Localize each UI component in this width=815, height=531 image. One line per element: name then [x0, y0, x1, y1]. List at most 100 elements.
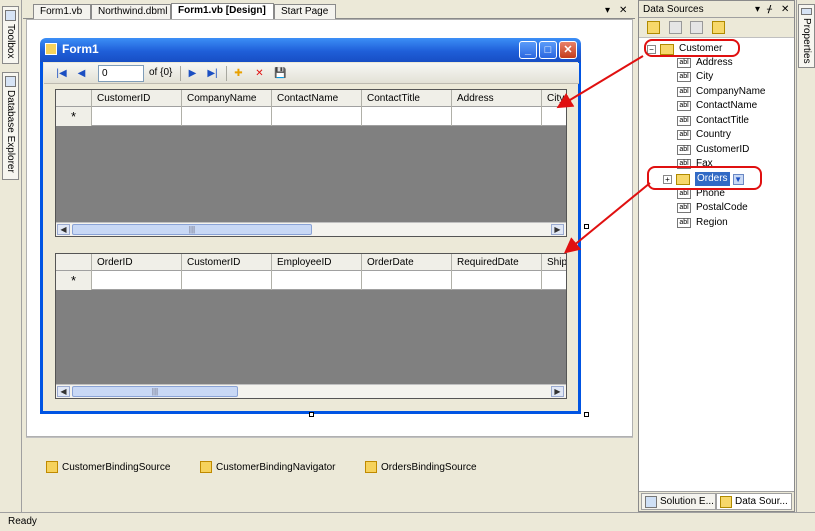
- scroll-right-icon[interactable]: ▶: [551, 386, 564, 397]
- row-header-corner: [56, 90, 92, 107]
- customer-binding-navigator[interactable]: CustomerBindingNavigator: [200, 461, 336, 473]
- right-tool-strip: Properties: [796, 0, 815, 512]
- refresh-icon[interactable]: [712, 21, 725, 34]
- column-header[interactable]: CustomerID: [92, 90, 182, 107]
- tab-close-icon[interactable]: ✕: [619, 5, 627, 16]
- table-cell[interactable]: [272, 107, 362, 126]
- tree-node-label: ContactTitle: [696, 115, 749, 126]
- form-title: Form1: [62, 42, 99, 56]
- customer-grid-header: CustomerID CompanyName ContactName Conta…: [56, 90, 566, 107]
- edit-dataset-icon[interactable]: [669, 21, 682, 34]
- move-previous-icon[interactable]: ◀: [74, 66, 89, 81]
- table-cell[interactable]: [542, 271, 566, 290]
- column-header[interactable]: OrderDate: [362, 254, 452, 271]
- move-last-icon[interactable]: ▶|: [205, 66, 220, 81]
- textbox-icon: abl: [677, 130, 691, 140]
- resize-handle[interactable]: [584, 224, 589, 229]
- table-cell[interactable]: [362, 271, 452, 290]
- properties-tab[interactable]: Properties: [798, 4, 815, 68]
- tree-node-field[interactable]: abl Country: [677, 128, 731, 142]
- orders-binding-source[interactable]: OrdersBindingSource: [365, 461, 477, 473]
- tab-start-page[interactable]: Start Page: [274, 4, 336, 19]
- column-header[interactable]: CompanyName: [182, 90, 272, 107]
- column-header[interactable]: ContactTitle: [362, 90, 452, 107]
- table-cell[interactable]: [542, 107, 566, 126]
- save-icon[interactable]: 💾: [273, 66, 288, 81]
- tree-node-field[interactable]: abl ContactTitle: [677, 114, 749, 128]
- column-header[interactable]: RequiredDate: [452, 254, 542, 271]
- column-header[interactable]: CustomerID: [182, 254, 272, 271]
- textbox-icon: abl: [677, 189, 691, 199]
- table-cell[interactable]: [182, 271, 272, 290]
- move-first-icon[interactable]: |◀: [54, 66, 69, 81]
- panel-close-icon[interactable]: ✕: [781, 1, 789, 18]
- tab-form1-design[interactable]: Form1.vb [Design]: [171, 3, 274, 20]
- delete-icon[interactable]: ✕: [252, 66, 267, 81]
- new-row[interactable]: *: [56, 271, 566, 290]
- add-new-icon[interactable]: ✚: [231, 66, 246, 81]
- annotation-ring-orders: [647, 166, 762, 190]
- resize-handle[interactable]: [309, 412, 314, 417]
- pin-icon[interactable]: ᚋ: [767, 1, 772, 18]
- close-button[interactable]: ✕: [559, 41, 577, 59]
- table-cell[interactable]: [92, 271, 182, 290]
- table-cell[interactable]: [452, 107, 542, 126]
- customer-binding-source[interactable]: CustomerBindingSource: [46, 461, 170, 473]
- tree-node-field[interactable]: abl CustomerID: [677, 143, 749, 157]
- table-cell[interactable]: [452, 271, 542, 290]
- column-header[interactable]: Address: [452, 90, 542, 107]
- column-header[interactable]: ContactName: [272, 90, 362, 107]
- horizontal-scrollbar[interactable]: ◀ ||| ▶: [56, 222, 566, 236]
- panel-dropdown-icon[interactable]: ▾: [755, 1, 760, 18]
- resize-handle[interactable]: [584, 412, 589, 417]
- scroll-right-icon[interactable]: ▶: [551, 224, 564, 235]
- status-text: Ready: [8, 516, 37, 527]
- configure-dataset-icon[interactable]: [690, 21, 703, 34]
- scroll-thumb[interactable]: |||: [72, 386, 238, 397]
- maximize-button[interactable]: □: [539, 41, 557, 59]
- database-explorer-tab[interactable]: Database Explorer: [2, 72, 19, 180]
- tab-dropdown-icon[interactable]: ▾: [605, 5, 610, 16]
- scroll-left-icon[interactable]: ◀: [57, 386, 70, 397]
- column-header[interactable]: EmployeeID: [272, 254, 362, 271]
- tree-node-field[interactable]: abl City: [677, 70, 713, 84]
- data-sources-panel: Data Sources ▾ ᚋ ✕ − Customer abl Address…: [638, 0, 795, 512]
- form-title-bar[interactable]: Form1 _ □ ✕: [40, 38, 581, 62]
- tree-node-field[interactable]: abl Region: [677, 216, 728, 230]
- tree-node-field[interactable]: abl Address: [677, 56, 733, 70]
- scroll-left-icon[interactable]: ◀: [57, 224, 70, 235]
- add-data-source-icon[interactable]: [647, 21, 660, 34]
- tab-form1-vb[interactable]: Form1.vb: [33, 4, 91, 19]
- tab-label: Solution E...: [660, 496, 714, 507]
- left-tool-strip: Toolbox Database Explorer: [0, 0, 22, 512]
- textbox-icon: abl: [677, 203, 691, 213]
- toolbox-tab[interactable]: Toolbox: [2, 6, 19, 64]
- row-header-corner: [56, 254, 92, 271]
- column-header[interactable]: Ship: [542, 254, 566, 271]
- position-input[interactable]: 0: [98, 65, 144, 82]
- orders-datagridview[interactable]: OrderID CustomerID EmployeeID OrderDate …: [55, 253, 567, 399]
- table-cell[interactable]: [362, 107, 452, 126]
- tree-node-field[interactable]: abl ContactName: [677, 99, 757, 113]
- tree-node-field[interactable]: abl PostalCode: [677, 201, 748, 215]
- tab-northwind-dbml[interactable]: Northwind.dbml: [91, 4, 171, 19]
- data-sources-icon: [720, 496, 732, 508]
- binding-source-icon: [46, 461, 58, 473]
- tree-node-field[interactable]: abl CompanyName: [677, 85, 765, 99]
- customer-datagridview[interactable]: CustomerID CompanyName ContactName Conta…: [55, 89, 567, 237]
- scroll-thumb[interactable]: |||: [72, 224, 312, 235]
- minimize-button[interactable]: _: [519, 41, 537, 59]
- table-cell[interactable]: [272, 271, 362, 290]
- new-row[interactable]: *: [56, 107, 566, 126]
- tab-solution-explorer[interactable]: Solution E...: [641, 493, 716, 510]
- status-bar: Ready: [0, 512, 815, 531]
- move-next-icon[interactable]: ▶: [185, 66, 200, 81]
- tab-data-sources[interactable]: Data Sour...: [716, 493, 792, 510]
- table-cell[interactable]: [182, 107, 272, 126]
- horizontal-scrollbar[interactable]: ◀ ||| ▶: [56, 384, 566, 398]
- new-row-marker: *: [56, 271, 92, 290]
- column-header[interactable]: City: [542, 90, 566, 107]
- table-cell[interactable]: [92, 107, 182, 126]
- column-header[interactable]: OrderID: [92, 254, 182, 271]
- form-icon: [45, 43, 57, 55]
